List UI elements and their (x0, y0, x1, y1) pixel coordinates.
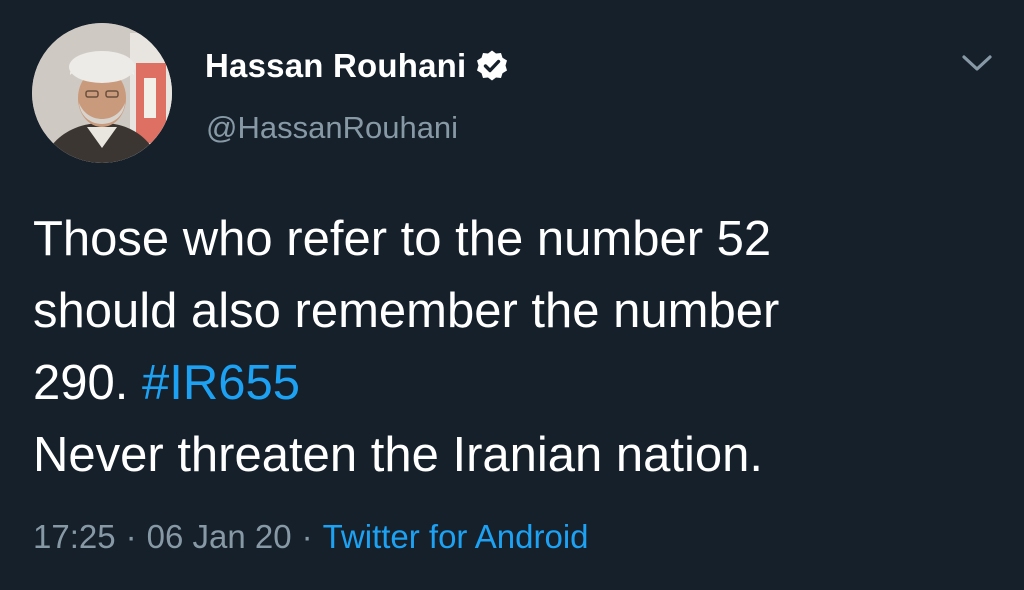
tweet-text-line: should also remember the number (33, 284, 780, 338)
tweet-text-segment: 290. (33, 356, 142, 410)
tweet-date[interactable]: 06 Jan 20 (147, 518, 292, 555)
chevron-down-icon[interactable] (959, 48, 995, 78)
tweet-meta: 17:25 · 06 Jan 20 · Twitter for Android (33, 518, 589, 556)
meta-separator: · (301, 518, 313, 555)
author-handle[interactable]: @HassanRouhani (206, 110, 458, 146)
profile-photo (32, 23, 172, 163)
tweet-text-line: Never threaten the Iranian nation. (33, 428, 764, 482)
tweet-text: Those who refer to the number 52 should … (33, 203, 993, 491)
meta-separator: · (125, 518, 137, 555)
avatar[interactable] (32, 23, 172, 163)
hashtag-link[interactable]: #IR655 (142, 356, 300, 410)
tweet-source-link[interactable]: Twitter for Android (323, 518, 589, 555)
tweet-card: Hassan Rouhani @HassanRouhani Those who … (0, 0, 1024, 590)
author-display-name[interactable]: Hassan Rouhani (205, 47, 466, 85)
tweet-time[interactable]: 17:25 (33, 518, 116, 555)
verified-badge-icon (475, 49, 509, 83)
author-name-row: Hassan Rouhani (205, 44, 509, 88)
tweet-text-line: 290. #IR655 (33, 347, 993, 419)
tweet-text-line: Those who refer to the number 52 (33, 212, 772, 266)
